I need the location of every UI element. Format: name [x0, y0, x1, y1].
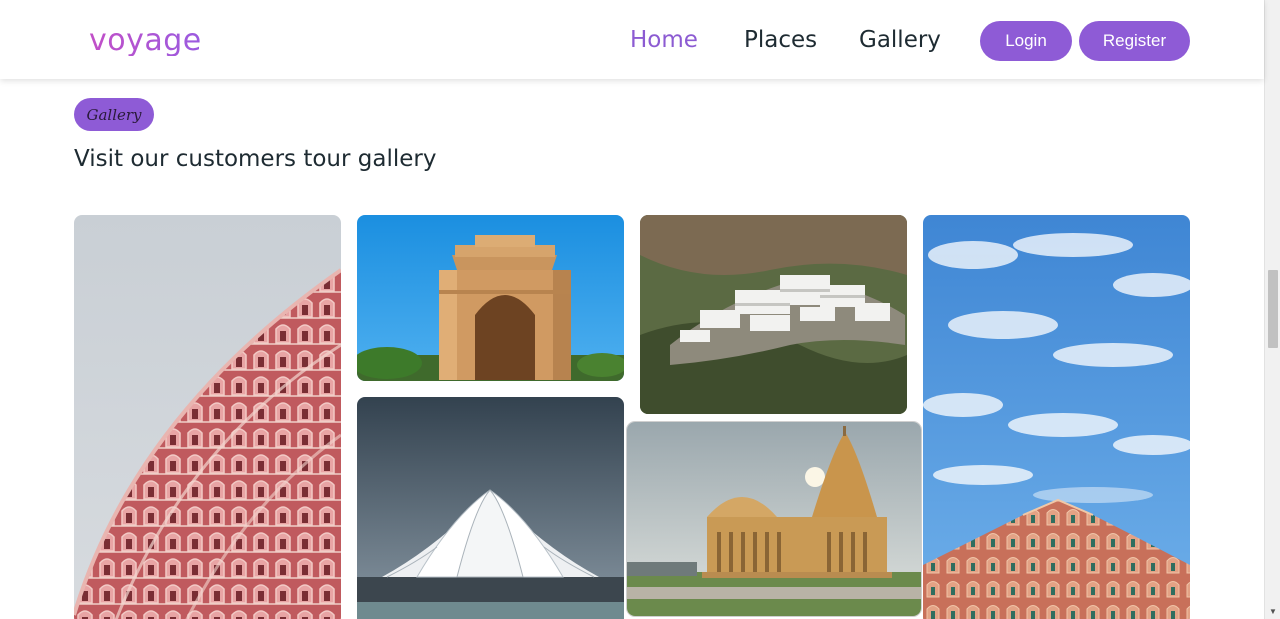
hillside-shrine-image — [640, 215, 907, 414]
scrollbar-thumb[interactable] — [1268, 270, 1278, 348]
gallery-image-india-gate[interactable] — [357, 215, 624, 381]
hawa-mahal-facade-image — [74, 215, 341, 619]
nav-places-link[interactable]: Places — [744, 27, 817, 57]
gallery-image-hillside-shrine[interactable] — [640, 215, 907, 414]
gallery-image-somnath-temple[interactable] — [627, 422, 921, 616]
section-title: Visit our customers tour gallery — [74, 146, 437, 172]
gallery-image-hawa-mahal-blue-sky[interactable] — [923, 215, 1190, 619]
site-header: voyage Home Places Gallery Login Registe… — [0, 0, 1264, 79]
scroll-down-icon[interactable]: ▼ — [1267, 607, 1279, 617]
page-scrollbar[interactable]: ▼ — [1264, 0, 1280, 619]
nav-home-link[interactable]: Home — [630, 27, 698, 57]
somnath-temple-image — [627, 422, 921, 616]
login-button[interactable]: Login — [980, 21, 1072, 61]
lotus-temple-image — [357, 397, 624, 619]
gallery-badge: Gallery — [74, 98, 154, 131]
nav-gallery-link[interactable]: Gallery — [859, 27, 941, 57]
brand-logo[interactable]: voyage — [89, 26, 202, 56]
register-button[interactable]: Register — [1079, 21, 1190, 61]
hawa-mahal-blue-sky-image — [923, 215, 1190, 619]
gallery-image-hawa-mahal-facade[interactable] — [74, 215, 341, 619]
gallery-image-lotus-temple[interactable] — [357, 397, 624, 619]
india-gate-image — [357, 215, 624, 381]
